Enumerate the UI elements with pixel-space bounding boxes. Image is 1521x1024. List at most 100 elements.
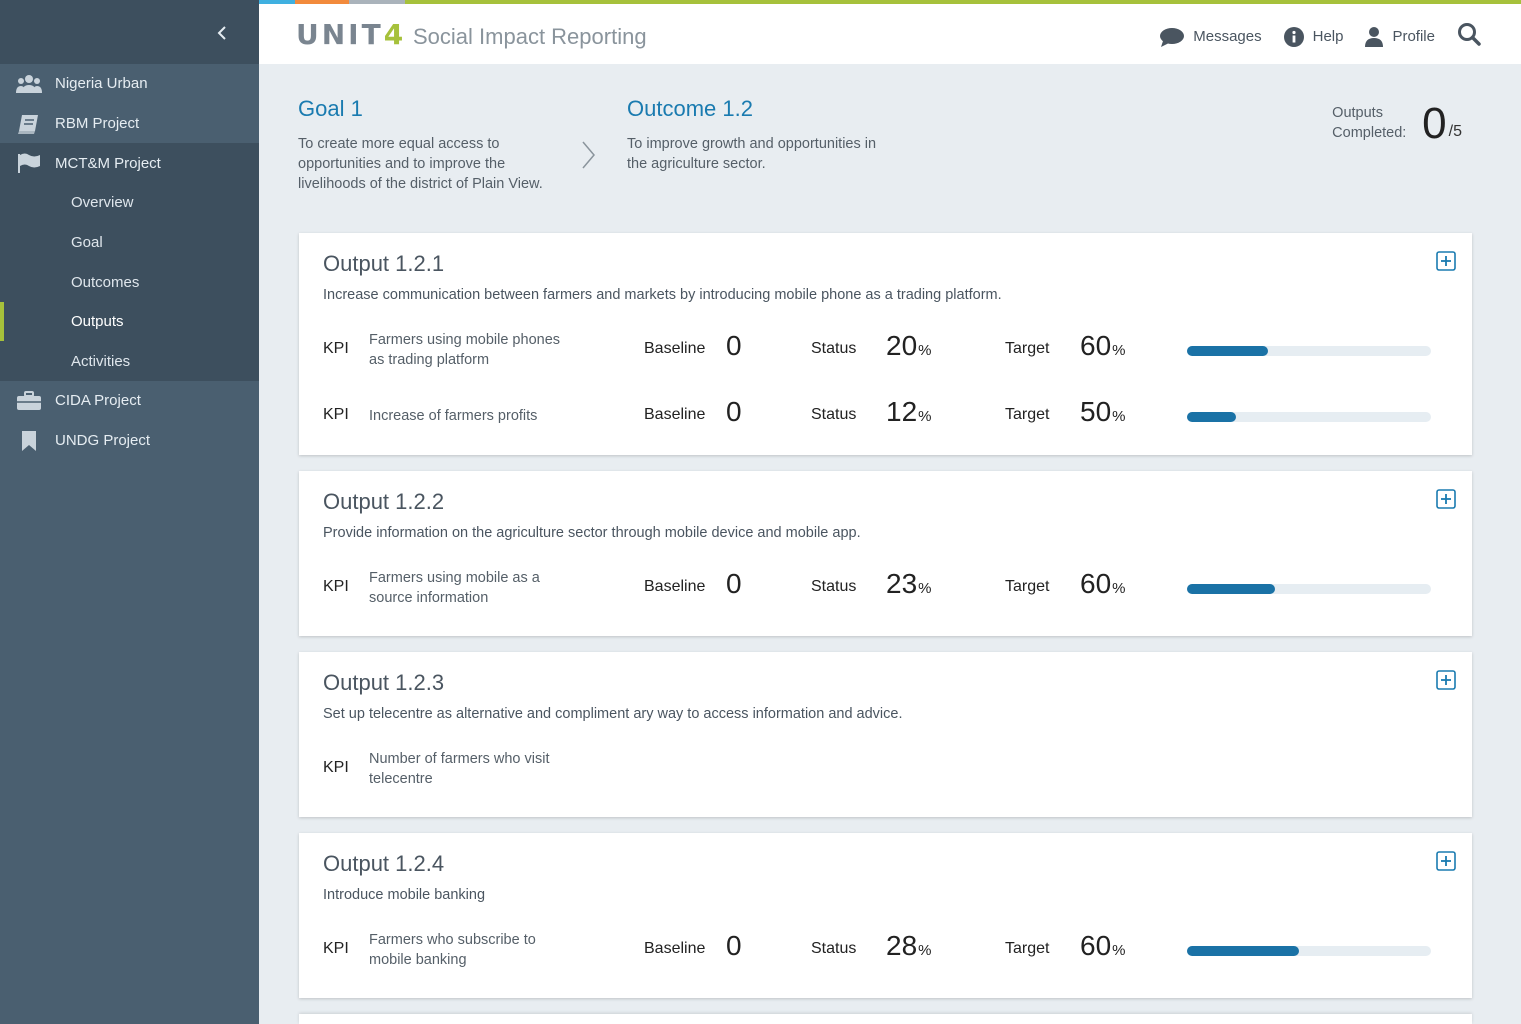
output-title: Output 1.2.1 (323, 251, 445, 276)
status-label: Status (811, 940, 857, 957)
sidebar-item-label: Nigeria Urban (55, 75, 148, 93)
expand-output-button[interactable] (1436, 670, 1456, 690)
kpi-name: Farmers using mobile as a source informa… (369, 570, 540, 606)
user-icon (1365, 26, 1384, 47)
target-label: Target (1005, 578, 1050, 595)
kpi-row: KPI Farmers using mobile as a source inf… (323, 566, 1443, 610)
kpi-name: Increase of farmers profits (369, 408, 538, 424)
top-header: UNIT4 Social Impact Reporting Messages H… (259, 0, 1521, 64)
output-card: Output 1.2.2 Provide information on the … (299, 471, 1472, 636)
status-label: Status (811, 340, 857, 357)
chevron-right-icon (580, 140, 596, 175)
subnav-label: Overview (71, 194, 134, 212)
target-value: 60% (1080, 330, 1126, 361)
subnav-label: Outcomes (71, 273, 140, 291)
book-icon (16, 113, 42, 135)
kpi-row: KPI Increase of farmers profits Baseline… (323, 394, 1443, 438)
status-label: Status (811, 406, 857, 423)
outputs-completed-label: Outputs Completed: (1332, 105, 1407, 141)
progress-bar (1187, 946, 1431, 956)
status-value: 23% (886, 568, 932, 599)
progress-bar (1187, 412, 1431, 422)
progress-bar (1187, 346, 1431, 356)
output-description: Provide information on the agriculture s… (323, 525, 861, 541)
chat-bubble-icon (1160, 27, 1185, 47)
baseline-label: Baseline (644, 406, 706, 423)
output-card: Output 1.2.3 Set up telecentre as altern… (299, 652, 1472, 817)
subnav-item-outputs[interactable]: Outputs (0, 301, 259, 342)
sidebar-item-mctm-project[interactable]: MCT&M Project (0, 143, 259, 184)
baseline-label: Baseline (644, 578, 706, 595)
target-label: Target (1005, 940, 1050, 957)
plus-square-icon (1436, 251, 1456, 271)
sidebar-header (0, 0, 259, 64)
baseline-value: 0 (726, 568, 742, 599)
brand-stripe (259, 0, 1521, 4)
flag-icon (16, 152, 42, 174)
target-value: 60% (1080, 568, 1126, 599)
sidebar-item-undg-project[interactable]: UNDG Project (0, 421, 259, 461)
outcome-block: Outcome 1.2 To improve growth and opport… (627, 96, 887, 174)
baseline-label: Baseline (644, 940, 706, 957)
search-icon (1458, 23, 1481, 46)
expand-output-button[interactable] (1436, 251, 1456, 271)
kpi-label: KPI (323, 578, 349, 595)
status-value: 28% (886, 930, 932, 961)
goal-block: Goal 1 To create more equal access to op… (298, 96, 568, 194)
plus-square-icon (1436, 489, 1456, 509)
header-actions: Messages Help Profile (1138, 22, 1481, 51)
sidebar-item-label: UNDG Project (55, 432, 151, 450)
help-label: Help (1312, 28, 1344, 45)
goal-title[interactable]: Goal 1 (298, 96, 568, 122)
kpi-label: KPI (323, 406, 349, 423)
subnav-label: Goal (71, 233, 103, 251)
progress-bar-fill (1187, 346, 1268, 356)
info-icon (1283, 26, 1304, 47)
people-icon (16, 73, 42, 95)
progress-bar (1187, 584, 1431, 594)
sidebar-item-label: RBM Project (55, 115, 140, 133)
output-description: Increase communication between farmers a… (323, 287, 1002, 303)
expand-output-button[interactable] (1436, 851, 1456, 871)
outputs-completed-count: 0 (1422, 99, 1447, 148)
goal-description: To create more equal access to opportuni… (298, 136, 543, 192)
collapse-sidebar-button[interactable] (213, 22, 233, 44)
sidebar-item-rbm-project[interactable]: RBM Project (0, 104, 259, 144)
kpi-name: Number of farmers who visit telecentre (369, 751, 550, 787)
plus-square-icon (1436, 670, 1456, 690)
help-link[interactable]: Help (1283, 26, 1344, 47)
output-description: Set up telecentre as alternative and com… (323, 706, 903, 722)
output-title: Output 1.2.4 (323, 851, 445, 876)
kpi-row: KPI Farmers using mobile phones as tradi… (323, 328, 1443, 372)
subnav-item-activities[interactable]: Activities (0, 341, 259, 381)
subnav-label: Activities (71, 352, 131, 370)
baseline-value: 0 (726, 330, 742, 361)
profile-link[interactable]: Profile (1365, 26, 1435, 47)
outcome-description: To improve growth and opportunities in t… (627, 136, 877, 172)
kpi-label: KPI (323, 940, 349, 957)
chevron-left-icon (217, 26, 226, 40)
unit4-logo: UNIT4 (296, 18, 407, 51)
output-title: Output 1.2.2 (323, 489, 445, 514)
subnav-item-goal[interactable]: Goal (0, 223, 259, 263)
output-description: Introduce mobile banking (323, 887, 486, 903)
messages-link[interactable]: Messages (1160, 27, 1262, 47)
progress-bar-fill (1187, 584, 1275, 594)
target-value: 60% (1080, 930, 1126, 961)
sidebar-item-cida-project[interactable]: CIDA Project (0, 381, 259, 421)
subnav-item-overview[interactable]: Overview (0, 183, 259, 223)
status-value: 12% (886, 396, 932, 427)
kpi-row: KPI Number of farmers who visit telecent… (323, 747, 1443, 791)
sidebar-item-label: MCT&M Project (55, 154, 161, 172)
status-label: Status (811, 578, 857, 595)
outputs-completed-counter: Outputs Completed: 0 /5 (1332, 102, 1462, 146)
progress-bar-fill (1187, 946, 1300, 956)
sidebar-item-nigeria-urban[interactable]: Nigeria Urban (0, 64, 259, 104)
subnav-item-outcomes[interactable]: Outcomes (0, 262, 259, 302)
search-button[interactable] (1457, 22, 1481, 51)
output-card (299, 1014, 1472, 1024)
kpi-label: KPI (323, 759, 349, 776)
expand-output-button[interactable] (1436, 489, 1456, 509)
sidebar-item-label: CIDA Project (55, 392, 141, 410)
outcome-title[interactable]: Outcome 1.2 (627, 96, 887, 122)
